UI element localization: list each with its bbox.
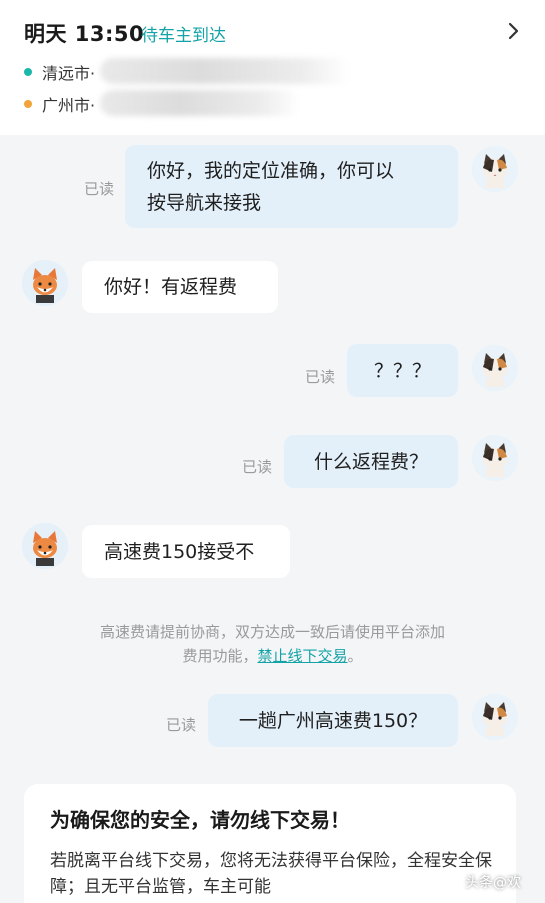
start-city: 清远市· xyxy=(42,64,96,83)
message-bubble-sent[interactable]: 你好，我的定位准确，你可以 按导航来接我 xyxy=(125,145,458,228)
safety-warning-card: 为确保您的安全，请勿线下交易！ 若脱离平台线下交易，您将无法获得平台保险，全程安… xyxy=(24,784,516,903)
route-end: 广州市· xyxy=(24,92,95,116)
message-bubble-sent[interactable]: 什么返程费？ xyxy=(284,435,458,488)
message-bubble-sent[interactable]: ？？？ xyxy=(347,344,458,397)
cat-avatar-icon[interactable] xyxy=(472,146,518,192)
system-notice: 高速费请提前协商，双方达成一致后请使用平台添加 费用功能，禁止线下交易。 xyxy=(40,620,505,668)
message-text: ？？？ xyxy=(373,359,431,382)
fox-avatar-icon[interactable] xyxy=(22,523,68,569)
cat-avatar-icon[interactable] xyxy=(472,694,518,740)
trip-status: 待车主到达 xyxy=(141,26,226,46)
message-bubble-sent[interactable]: 一趟广州高速费150？ xyxy=(208,694,458,747)
notice-text: 费用功能， xyxy=(182,647,258,665)
read-receipt: 已读 xyxy=(305,368,336,386)
warning-title: 为确保您的安全，请勿线下交易！ xyxy=(50,808,350,832)
offline-trade-ban-link[interactable]: 禁止线下交易 xyxy=(257,647,347,665)
watermark: 头条@欢 xyxy=(465,875,521,891)
trip-header[interactable]: 明天 13:50 待车主到达 清远市· 广州市· xyxy=(0,0,545,135)
read-receipt: 已读 xyxy=(242,458,273,476)
message-text: 高速费150接受不 xyxy=(104,540,255,563)
end-city: 广州市· xyxy=(42,96,96,115)
message-text: 你好！有返程费 xyxy=(104,276,238,298)
message-text: 按导航来接我 xyxy=(147,191,262,214)
read-receipt: 已读 xyxy=(84,180,115,198)
message-bubble-received[interactable]: 你好！有返程费 xyxy=(82,261,278,313)
read-receipt: 已读 xyxy=(166,716,197,734)
cat-avatar-icon[interactable] xyxy=(472,345,518,391)
end-dot-icon xyxy=(24,100,32,108)
message-text: 你好，我的定位准确，你可以 xyxy=(147,159,395,182)
notice-text: 。 xyxy=(347,647,363,665)
redacted-start-address xyxy=(100,58,350,84)
cat-avatar-icon[interactable] xyxy=(472,435,518,481)
notice-line: 费用功能，禁止线下交易。 xyxy=(40,644,505,668)
notice-line: 高速费请提前协商，双方达成一致后请使用平台添加 xyxy=(99,623,445,641)
message-bubble-received[interactable]: 高速费150接受不 xyxy=(82,525,290,578)
redacted-end-address xyxy=(100,90,300,116)
message-text: 什么返程费？ xyxy=(313,450,428,473)
chevron-right-icon[interactable] xyxy=(503,20,523,42)
route-start: 清远市· xyxy=(24,60,95,84)
warning-body: 若脱离平台线下交易，您将无法获得平台保险，全程安全保障；且无平台监管，车主可能 xyxy=(50,851,492,897)
message-text: 一趟广州高速费150？ xyxy=(238,709,428,732)
fox-avatar-icon[interactable] xyxy=(22,260,68,306)
pickup-time: 明天 13:50 xyxy=(24,22,145,46)
start-dot-icon xyxy=(24,68,32,76)
